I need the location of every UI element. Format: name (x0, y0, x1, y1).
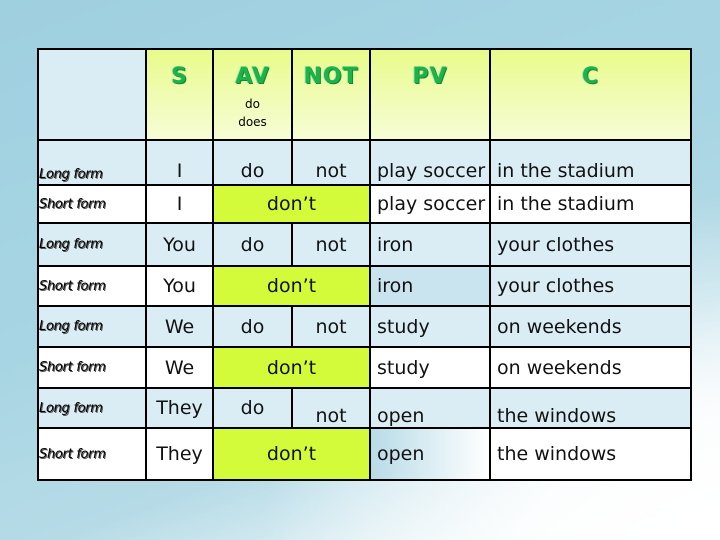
header-row: S AV do does NOT PV C (37, 48, 692, 141)
header-auxiliary-verb-title: AV (235, 64, 270, 89)
complement-cell: the windows (489, 387, 692, 429)
form-label: Long form (37, 305, 147, 348)
subject-cell: I (145, 139, 214, 186)
table-row-short-form: Short form They don’t open the windows (37, 427, 692, 481)
form-label: Short form (37, 265, 147, 307)
auxiliary-cell: do (212, 139, 293, 186)
header-subject: S (145, 48, 214, 141)
header-not: NOT (291, 48, 371, 141)
form-label: Short form (37, 184, 147, 224)
header-subject-title: S (171, 64, 188, 89)
form-label: Short form (37, 427, 147, 481)
table-row-short-form: Short form I don’t play soccer in the st… (37, 184, 692, 224)
header-auxiliary-option: do (245, 97, 260, 111)
form-label: Short form (37, 346, 147, 389)
header-auxiliary-verb: AV do does (212, 48, 293, 141)
subject-cell: We (145, 305, 214, 348)
not-cell: not (291, 222, 371, 267)
form-label: Long form (37, 139, 147, 186)
subject-cell: They (145, 427, 214, 481)
contraction-cell: don’t (212, 184, 371, 224)
subject-cell: We (145, 346, 214, 389)
contraction-cell: don’t (212, 427, 371, 481)
form-label: Long form (37, 222, 147, 267)
header-principal-verb: PV (369, 48, 491, 141)
table-row-short-form: Short form You don’t iron your clothes (37, 265, 692, 307)
complement-cell: your clothes (489, 222, 692, 267)
complement-cell: on weekends (489, 305, 692, 348)
header-auxiliary-option: does (238, 115, 267, 129)
complement-cell: the windows (489, 427, 692, 481)
not-cell: not (291, 305, 371, 348)
verb-cell: study (369, 346, 491, 389)
verb-cell: study (369, 305, 491, 348)
header-complement-title: C (581, 64, 600, 89)
header-corner-cell (37, 48, 147, 141)
grammar-table: S AV do does NOT PV C Long form I do not… (37, 48, 692, 481)
auxiliary-cell: do (212, 305, 293, 348)
header-complement: C (489, 48, 692, 141)
table-row-long-form: Long form They do not open the windows (37, 387, 692, 429)
not-cell: not (291, 139, 371, 186)
not-cell: not (291, 387, 371, 429)
header-not-title: NOT (303, 64, 359, 89)
contraction-cell: don’t (212, 346, 371, 389)
contraction-cell: don’t (212, 265, 371, 307)
table-row-long-form: Long form I do not play soccer in the st… (37, 139, 692, 186)
complement-cell: your clothes (489, 265, 692, 307)
header-principal-verb-title: PV (412, 64, 448, 89)
auxiliary-cell: do (212, 387, 293, 429)
complement-cell: in the stadium (489, 139, 692, 186)
subject-cell: They (145, 387, 214, 429)
verb-cell: open (369, 427, 491, 481)
table-row-long-form: Long form We do not study on weekends (37, 305, 692, 348)
verb-cell: iron (369, 222, 491, 267)
table-row-long-form: Long form You do not iron your clothes (37, 222, 692, 267)
verb-cell: open (369, 387, 491, 429)
verb-cell: play soccer (369, 184, 491, 224)
form-label: Long form (37, 387, 147, 429)
subject-cell: You (145, 222, 214, 267)
verb-cell: iron (369, 265, 491, 307)
subject-cell: I (145, 184, 214, 224)
auxiliary-cell: do (212, 222, 293, 267)
table-row-short-form: Short form We don’t study on weekends (37, 346, 692, 389)
complement-cell: in the stadium (489, 184, 692, 224)
verb-cell: play soccer (369, 139, 491, 186)
complement-cell: on weekends (489, 346, 692, 389)
subject-cell: You (145, 265, 214, 307)
